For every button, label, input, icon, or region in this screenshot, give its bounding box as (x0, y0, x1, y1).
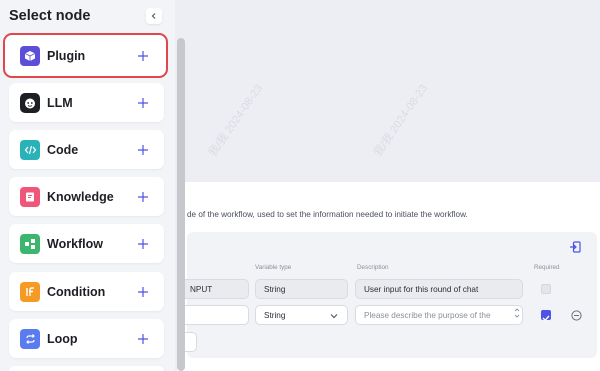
node-sidebar: Select node Plugin LLM Code Knowledge Wo… (0, 0, 175, 371)
param-description-input[interactable]: Please describe the purpose of the (355, 305, 523, 325)
plus-icon[interactable] (137, 97, 149, 109)
remove-circle-icon[interactable] (571, 310, 582, 321)
export-icon[interactable] (569, 241, 581, 253)
column-header-description: Description (357, 264, 389, 271)
loop-icon (20, 328, 40, 349)
param-description-field: User input for this round of chat (355, 279, 523, 299)
condition-icon (20, 281, 40, 302)
check-icon (542, 315, 550, 322)
watermark: 我/我 2024-08-23 (371, 82, 431, 159)
plus-icon[interactable] (137, 286, 149, 298)
plus-icon[interactable] (137, 238, 149, 250)
node-item-plugin[interactable]: Plugin (3, 33, 168, 78)
param-type-value: String (264, 310, 286, 320)
collapse-button[interactable] (146, 8, 162, 24)
node-label: Knowledge (47, 189, 114, 204)
column-header-type: Variable type (255, 264, 292, 271)
knowledge-icon (20, 186, 40, 207)
node-item-condition[interactable]: Condition (9, 272, 164, 311)
required-checkbox (541, 284, 551, 294)
sidebar-title: Select node (9, 8, 91, 24)
watermark: 我/我 2024-08-23 (206, 82, 266, 159)
param-name-field: NPUT (177, 279, 249, 299)
chevron-left-icon (151, 13, 156, 19)
panel-description: de of the workflow, used to set the info… (187, 210, 468, 219)
node-label: Workflow (47, 236, 104, 251)
node-item-knowledge[interactable]: Knowledge (9, 177, 164, 216)
node-label: Code (47, 142, 79, 157)
resize-handle-icon[interactable] (514, 305, 520, 321)
plus-icon[interactable] (137, 50, 149, 62)
param-type-field: String (255, 279, 348, 299)
column-header-required: Required (534, 264, 560, 271)
plugin-icon (20, 45, 40, 66)
chevron-down-icon (330, 314, 338, 319)
node-item-partial[interactable] (9, 366, 164, 371)
start-node-panel: de of the workflow, used to set the info… (177, 182, 600, 371)
param-name-input[interactable] (177, 305, 249, 325)
node-item-code[interactable]: Code (9, 130, 164, 169)
node-label: Condition (47, 284, 106, 299)
node-label: Loop (47, 331, 78, 346)
node-item-llm[interactable]: LLM (9, 83, 164, 122)
workflow-icon (20, 233, 40, 254)
plus-icon[interactable] (137, 191, 149, 203)
param-type-select[interactable]: String (255, 305, 348, 325)
code-icon (20, 139, 40, 160)
sidebar-scrollbar[interactable] (177, 38, 185, 371)
llm-icon (20, 92, 40, 113)
node-label: Plugin (47, 48, 86, 63)
plus-icon[interactable] (137, 144, 149, 156)
plus-icon[interactable] (137, 333, 149, 345)
node-item-workflow[interactable]: Workflow (9, 224, 164, 263)
node-label: LLM (47, 95, 73, 110)
node-item-loop[interactable]: Loop (9, 319, 164, 358)
required-checkbox[interactable] (541, 310, 551, 322)
